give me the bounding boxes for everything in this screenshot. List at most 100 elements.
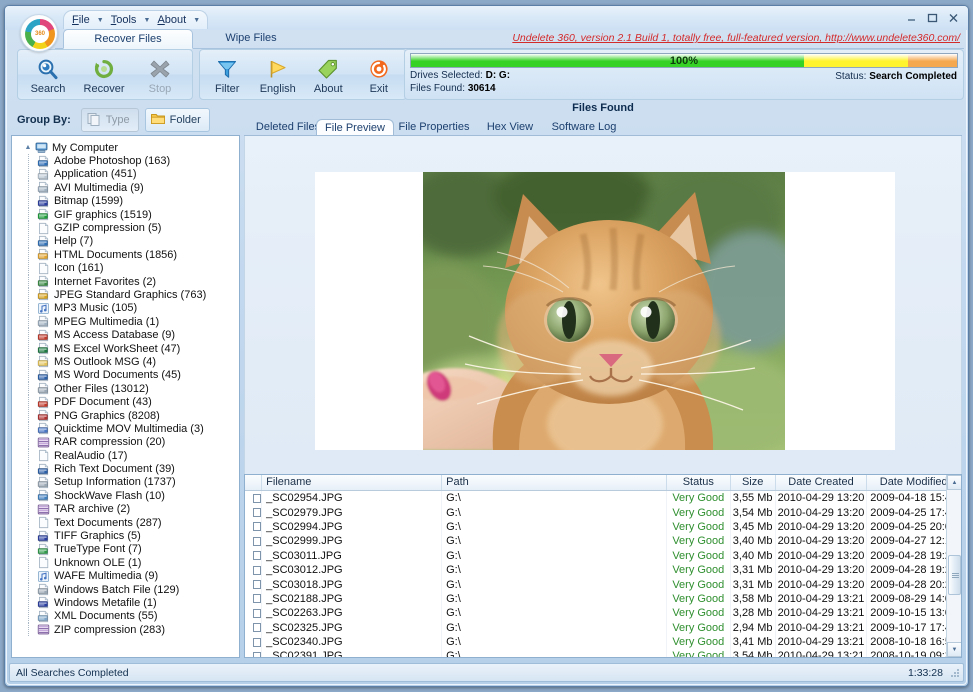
row-checkbox[interactable] xyxy=(245,563,262,577)
tree-node-file-type[interactable]: MS Access Database (9) xyxy=(12,328,239,341)
row-checkbox[interactable] xyxy=(245,491,262,505)
tree-node-file-type[interactable]: MS Excel WorkSheet (47) xyxy=(12,342,239,355)
minimize-icon[interactable] xyxy=(905,11,918,24)
table-row[interactable]: _SC03011.JPGG:\Very Good3,40 Mb2010-04-2… xyxy=(245,549,961,563)
tree-node-file-type[interactable]: PNG Graphics (8208) xyxy=(12,409,239,422)
tree-node-file-type[interactable]: PDF Document (43) xyxy=(12,395,239,408)
tree-node-file-type[interactable]: Bitmap (1599) xyxy=(12,195,239,208)
menu-tools-chevron-down-icon[interactable]: ▼ xyxy=(140,12,153,29)
select-all-column-header[interactable] xyxy=(245,475,262,490)
tree-node-file-type[interactable]: XML Documents (55) xyxy=(12,610,239,623)
menu-tools[interactable]: Tools xyxy=(107,12,141,29)
tree-node-file-type[interactable]: Setup Information (1737) xyxy=(12,476,239,489)
table-row[interactable]: _SC02263.JPGG:\Very Good3,28 Mb2010-04-2… xyxy=(245,606,961,620)
tree-node-file-type[interactable]: ZIP compression (283) xyxy=(12,623,239,636)
language-button[interactable]: English xyxy=(253,52,304,97)
checkbox-icon[interactable] xyxy=(253,638,261,647)
tree-node-file-type[interactable]: ShockWave Flash (10) xyxy=(12,489,239,502)
scroll-down-arrow-icon[interactable]: ▼ xyxy=(947,642,962,657)
checkbox-icon[interactable] xyxy=(253,494,261,503)
checkbox-icon[interactable] xyxy=(253,551,261,560)
resize-grip-icon[interactable] xyxy=(950,668,960,678)
menu-file[interactable]: File xyxy=(68,12,94,29)
table-row[interactable]: _SC02325.JPGG:\Very Good2,94 Mb2010-04-2… xyxy=(245,621,961,635)
table-row[interactable]: _SC02340.JPGG:\Very Good3,41 Mb2010-04-2… xyxy=(245,635,961,649)
checkbox-icon[interactable] xyxy=(253,652,261,658)
tree-node-file-type[interactable]: Help (7) xyxy=(12,235,239,248)
table-row[interactable]: _SC02188.JPGG:\Very Good3,58 Mb2010-04-2… xyxy=(245,592,961,606)
tree-node-file-type[interactable]: Rich Text Document (39) xyxy=(12,462,239,475)
scroll-up-arrow-icon[interactable]: ▲ xyxy=(947,475,962,490)
tree-node-file-type[interactable]: TAR archive (2) xyxy=(12,503,239,516)
close-icon[interactable] xyxy=(947,11,960,24)
tree-node-file-type[interactable]: Unknown OLE (1) xyxy=(12,556,239,569)
tab-recover-files[interactable]: Recover Files xyxy=(63,29,193,49)
tree-node-file-type[interactable]: Windows Metafile (1) xyxy=(12,596,239,609)
row-checkbox[interactable] xyxy=(245,592,262,606)
tree-node-file-type[interactable]: WAFE Multimedia (9) xyxy=(12,570,239,583)
about-button[interactable]: About xyxy=(303,52,354,97)
tree-node-file-type[interactable]: MS Outlook MSG (4) xyxy=(12,355,239,368)
tab-file-preview[interactable]: File Preview xyxy=(316,119,394,136)
tree-node-file-type[interactable]: Application (451) xyxy=(12,168,239,181)
row-checkbox[interactable] xyxy=(245,549,262,563)
menu-about-chevron-down-icon[interactable]: ▼ xyxy=(190,12,203,29)
group-by-folder-button[interactable]: Folder xyxy=(145,108,210,132)
checkbox-icon[interactable] xyxy=(253,609,261,618)
maximize-icon[interactable] xyxy=(926,11,939,24)
column-header-filename[interactable]: Filename xyxy=(262,475,442,490)
menu-file-chevron-down-icon[interactable]: ▼ xyxy=(94,12,107,29)
tree-node-file-type[interactable]: TIFF Graphics (5) xyxy=(12,529,239,542)
recover-button[interactable]: Recover xyxy=(76,52,132,97)
tree-node-file-type[interactable]: TrueType Font (7) xyxy=(12,543,239,556)
stop-button[interactable]: Stop xyxy=(132,52,188,97)
tree-node-file-type[interactable]: Other Files (13012) xyxy=(12,382,239,395)
checkbox-icon[interactable] xyxy=(253,508,261,517)
table-row[interactable]: _SC02994.JPGG:\Very Good3,45 Mb2010-04-2… xyxy=(245,520,961,534)
tab-wipe-files[interactable]: Wipe Files xyxy=(201,29,301,49)
checkbox-icon[interactable] xyxy=(253,580,261,589)
tree-node-file-type[interactable]: Internet Favorites (2) xyxy=(12,275,239,288)
tree-node-file-type[interactable]: AVI Multimedia (9) xyxy=(12,181,239,194)
table-row[interactable]: _SC02954.JPGG:\Very Good3,55 Mb2010-04-2… xyxy=(245,491,961,505)
row-checkbox[interactable] xyxy=(245,534,262,548)
row-checkbox[interactable] xyxy=(245,649,262,658)
tree-expander-icon[interactable]: ▲ xyxy=(22,144,34,151)
checkbox-icon[interactable] xyxy=(253,537,261,546)
checkbox-icon[interactable] xyxy=(253,623,261,632)
row-checkbox[interactable] xyxy=(245,520,262,534)
tree-node-file-type[interactable]: MPEG Multimedia (1) xyxy=(12,315,239,328)
scrollbar-thumb[interactable] xyxy=(948,555,961,595)
files-table-scrollbar[interactable]: ▲ ▼ xyxy=(946,475,961,657)
tree-node-file-type[interactable]: JPEG Standard Graphics (763) xyxy=(12,288,239,301)
tab-hex-view[interactable]: Hex View xyxy=(478,119,542,136)
row-checkbox[interactable] xyxy=(245,606,262,620)
tree-node-file-type[interactable]: RealAudio (17) xyxy=(12,449,239,462)
column-header-path[interactable]: Path xyxy=(442,475,667,490)
tree-node-file-type[interactable]: GIF graphics (1519) xyxy=(12,208,239,221)
table-row[interactable]: _SC03018.JPGG:\Very Good3,31 Mb2010-04-2… xyxy=(245,577,961,591)
column-header-date-created[interactable]: Date Created xyxy=(776,475,868,490)
table-row[interactable]: _SC02391.JPGG:\Very Good3,54 Mb2010-04-2… xyxy=(245,649,961,658)
tree-node-file-type[interactable]: RAR compression (20) xyxy=(12,436,239,449)
tree-node-my-computer[interactable]: ▲My Computer xyxy=(12,141,239,154)
row-checkbox[interactable] xyxy=(245,621,262,635)
filter-button[interactable]: Filter xyxy=(202,52,253,97)
checkbox-icon[interactable] xyxy=(253,566,261,575)
menu-about[interactable]: About xyxy=(153,12,190,29)
group-by-type-button[interactable]: Type xyxy=(81,108,139,132)
table-row[interactable]: _SC02979.JPGG:\Very Good3,54 Mb2010-04-2… xyxy=(245,505,961,519)
table-row[interactable]: _SC02999.JPGG:\Very Good3,40 Mb2010-04-2… xyxy=(245,534,961,548)
table-row[interactable]: _SC03012.JPGG:\Very Good3,31 Mb2010-04-2… xyxy=(245,563,961,577)
tab-software-log[interactable]: Software Log xyxy=(544,119,624,136)
row-checkbox[interactable] xyxy=(245,577,262,591)
promo-link[interactable]: Undelete 360, version 2.1 Build 1, total… xyxy=(512,32,960,44)
tree-node-file-type[interactable]: HTML Documents (1856) xyxy=(12,248,239,261)
exit-button[interactable]: Exit xyxy=(354,52,405,97)
row-checkbox[interactable] xyxy=(245,505,262,519)
checkbox-icon[interactable] xyxy=(253,594,261,603)
column-header-size[interactable]: Size xyxy=(731,475,776,490)
row-checkbox[interactable] xyxy=(245,635,262,649)
tree-node-file-type[interactable]: Windows Batch File (129) xyxy=(12,583,239,596)
column-header-status[interactable]: Status xyxy=(667,475,731,490)
